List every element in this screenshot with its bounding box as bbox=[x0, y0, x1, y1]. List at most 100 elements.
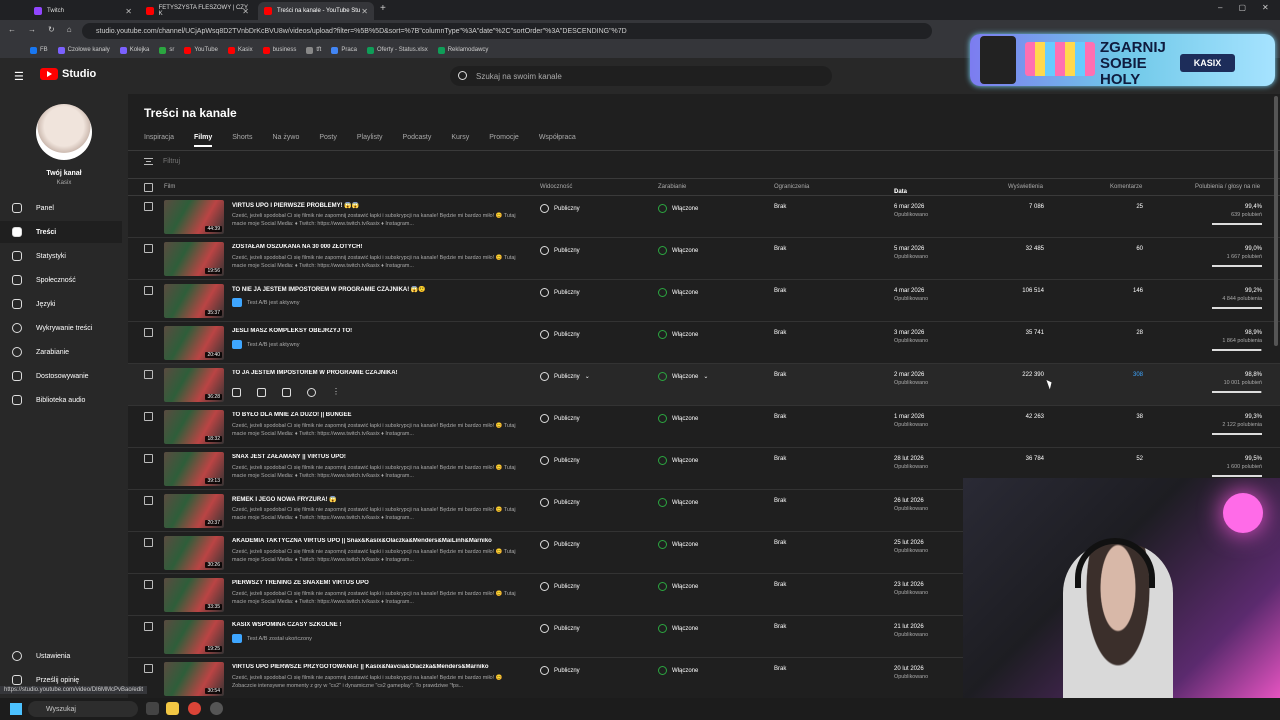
comments-cell[interactable]: 146 bbox=[1088, 288, 1143, 294]
bookmark-item[interactable]: YouTube bbox=[184, 46, 218, 54]
new-tab-button[interactable]: + bbox=[380, 3, 386, 14]
row-checkbox[interactable] bbox=[144, 202, 153, 211]
row-checkbox[interactable] bbox=[144, 664, 153, 673]
row-checkbox[interactable] bbox=[144, 622, 153, 631]
tab-podcasts[interactable]: Podcasty bbox=[403, 134, 432, 147]
video-thumbnail[interactable]: 30:54 bbox=[164, 662, 224, 696]
close-icon[interactable]: ✕ bbox=[361, 7, 368, 16]
window-controls[interactable]: – ▢ ✕ bbox=[1218, 3, 1269, 12]
bookmark-item[interactable]: FB bbox=[30, 46, 48, 54]
bookmark-item[interactable]: Kasix bbox=[227, 46, 253, 54]
bookmark-item[interactable]: Czołowe kanały bbox=[57, 46, 110, 54]
bookmark-item[interactable]: Reklamodawcy bbox=[437, 46, 488, 54]
menu-icon[interactable]: ☰ bbox=[14, 70, 24, 83]
sidebar-item-settings[interactable]: Ustawienia bbox=[0, 645, 122, 667]
comments-cell[interactable]: 52 bbox=[1088, 456, 1143, 462]
column-visibility[interactable]: Widoczność bbox=[540, 184, 572, 190]
column-comments[interactable]: Komentarze bbox=[1110, 184, 1142, 190]
bookmark-item[interactable]: business bbox=[262, 46, 296, 54]
taskbar-search[interactable]: Wyszukaj bbox=[28, 701, 138, 717]
close-icon[interactable]: ✕ bbox=[125, 7, 132, 16]
nav-buttons[interactable]: ← → ↻ ⌂ bbox=[8, 25, 72, 34]
video-thumbnail[interactable]: 44:39 bbox=[164, 200, 224, 234]
browser-tab-studio[interactable]: Treści na kanale - YouTube Stu ✕ bbox=[258, 2, 374, 20]
table-row[interactable]: 44:39 VIRTUS UPO I PIERWSZE PROBLEMY! 😱😱 C… bbox=[128, 196, 1280, 238]
comments-cell[interactable]: 308 bbox=[1088, 372, 1143, 378]
row-checkbox[interactable] bbox=[144, 412, 153, 421]
windows-start-icon[interactable] bbox=[10, 703, 22, 715]
chevron-down-icon[interactable]: ⌄ bbox=[585, 373, 590, 380]
video-thumbnail[interactable]: 19:25 bbox=[164, 620, 224, 654]
tab-shorts[interactable]: Shorts bbox=[232, 134, 252, 147]
select-all-checkbox[interactable] bbox=[144, 183, 153, 192]
video-title[interactable]: VIRTUS UPO I PIERWSZE PROBLEMY! 😱😱 bbox=[232, 202, 522, 209]
tab-promotions[interactable]: Promocje bbox=[489, 134, 519, 147]
more-options-icon[interactable]: ⋮ bbox=[332, 388, 341, 397]
tab-collaboration[interactable]: Współpraca bbox=[539, 134, 576, 147]
monetization-icon[interactable] bbox=[307, 388, 316, 397]
comments-cell[interactable]: 28 bbox=[1088, 330, 1143, 336]
sidebar-item-customization[interactable]: Dostosowywanie bbox=[0, 365, 122, 387]
browser-tab-video[interactable]: FETYSZYSTA FLESZOWY | CZY K ✕ bbox=[140, 2, 255, 20]
app-icon[interactable] bbox=[210, 702, 223, 715]
analytics-icon[interactable] bbox=[257, 388, 266, 397]
video-thumbnail[interactable]: 33:35 bbox=[164, 578, 224, 612]
browser-tab-twitch[interactable]: Twitch ✕ bbox=[28, 2, 138, 20]
row-checkbox[interactable] bbox=[144, 496, 153, 505]
sidebar-item-panel[interactable]: Panel bbox=[0, 197, 122, 219]
bookmark-item[interactable]: Oferty - Status.xlsx bbox=[367, 46, 428, 54]
row-checkbox[interactable] bbox=[144, 286, 153, 295]
tab-playlists[interactable]: Playlisty bbox=[357, 134, 383, 147]
video-title[interactable]: TO BYŁO DLA MNIE ZA DUŻO! || BUNGEE bbox=[232, 412, 522, 418]
bookmark-item[interactable]: sr bbox=[159, 46, 174, 54]
column-monetization[interactable]: Zarabianie bbox=[658, 184, 686, 190]
file-explorer-icon[interactable] bbox=[166, 702, 179, 715]
chevron-down-icon[interactable]: ⌄ bbox=[703, 373, 708, 380]
video-thumbnail[interactable]: 19:56 bbox=[164, 242, 224, 276]
table-row[interactable]: 20:40 JEŚLI MASZ KOMPLEKSY OBEJRZYJ TO! Te… bbox=[128, 322, 1280, 364]
video-title[interactable]: TO NIE JA JESTEM IMPOSTOREM W PROGRAMIE … bbox=[232, 286, 522, 293]
visibility-cell[interactable]: Publiczny ⌄ bbox=[540, 372, 590, 381]
edit-icon[interactable] bbox=[232, 388, 241, 397]
table-row[interactable]: 19:56 ZOSTAŁAM OSZUKANA NA 30 000 ZŁOTYCH… bbox=[128, 238, 1280, 280]
bookmark-item[interactable]: tft bbox=[306, 46, 321, 54]
video-thumbnail[interactable]: 20:37 bbox=[164, 494, 224, 528]
video-title[interactable]: REMEK I JEGO NOWA FRYZURA! 😱 bbox=[232, 496, 522, 503]
bookmark-item[interactable]: Praca bbox=[331, 46, 357, 54]
close-icon[interactable]: ✕ bbox=[242, 7, 249, 16]
video-title[interactable]: KASIX WSPOMINA CZASY SZKOLNE ! bbox=[232, 622, 522, 628]
table-row[interactable]: 35:37 TO NIE JA JESTEM IMPOSTOREM W PROGR… bbox=[128, 280, 1280, 322]
video-thumbnail[interactable]: 36:28 bbox=[164, 368, 224, 402]
video-thumbnail[interactable]: 35:37 bbox=[164, 284, 224, 318]
tab-inspiration[interactable]: Inspiracja bbox=[144, 134, 174, 147]
video-thumbnail[interactable]: 18:32 bbox=[164, 410, 224, 444]
column-likes[interactable]: Polubienia / głosy na nie bbox=[1195, 184, 1260, 190]
sidebar-item-community[interactable]: Społeczność bbox=[0, 269, 122, 291]
comments-icon[interactable] bbox=[282, 388, 291, 397]
row-checkbox[interactable] bbox=[144, 328, 153, 337]
search-input[interactable]: Szukaj na swoim kanale bbox=[450, 66, 832, 86]
video-title[interactable]: JEŚLI MASZ KOMPLEKSY OBEJRZYJ TO! bbox=[232, 328, 522, 334]
row-checkbox[interactable] bbox=[144, 538, 153, 547]
video-title[interactable]: ZOSTAŁAM OSZUKANA NA 30 000 ZŁOTYCH! bbox=[232, 244, 522, 250]
comments-cell[interactable]: 25 bbox=[1088, 204, 1143, 210]
video-title[interactable]: TO JA JESTEM IMPOSTOREM W PROGRAMIE CZAJ… bbox=[232, 370, 522, 376]
video-title[interactable]: SNAX JEST ZAŁAMANY || VIRTUS UPO! bbox=[232, 454, 522, 460]
channel-avatar[interactable] bbox=[36, 104, 92, 160]
tab-posts[interactable]: Posty bbox=[319, 134, 337, 147]
comments-cell[interactable]: 38 bbox=[1088, 414, 1143, 420]
video-title[interactable]: AKADEMIA TAKTYCZNA VIRTUS UPO || Snax&Ka… bbox=[232, 538, 522, 544]
chrome-icon[interactable] bbox=[188, 702, 201, 715]
video-thumbnail[interactable]: 30:26 bbox=[164, 536, 224, 570]
sidebar-item-analytics[interactable]: Statystyki bbox=[0, 245, 122, 267]
monetization-cell[interactable]: Włączone ⌄ bbox=[658, 372, 708, 381]
video-title[interactable]: PIERWSZY TRENING ZE SNAXEM! VIRTUS UPO bbox=[232, 580, 522, 586]
comments-cell[interactable]: 60 bbox=[1088, 246, 1143, 252]
filter-icon[interactable] bbox=[144, 158, 153, 165]
row-checkbox[interactable] bbox=[144, 454, 153, 463]
tab-courses[interactable]: Kursy bbox=[451, 134, 469, 147]
sidebar-item-audio-library[interactable]: Biblioteka audio bbox=[0, 389, 122, 411]
table-row[interactable]: 36:28 TO JA JESTEM IMPOSTOREM W PROGRAMIE… bbox=[128, 364, 1280, 406]
video-title[interactable]: VIRTUS UPO PIERWSZE PRZYGOTOWANIA! || Ka… bbox=[232, 664, 522, 670]
video-thumbnail[interactable]: 20:40 bbox=[164, 326, 224, 360]
